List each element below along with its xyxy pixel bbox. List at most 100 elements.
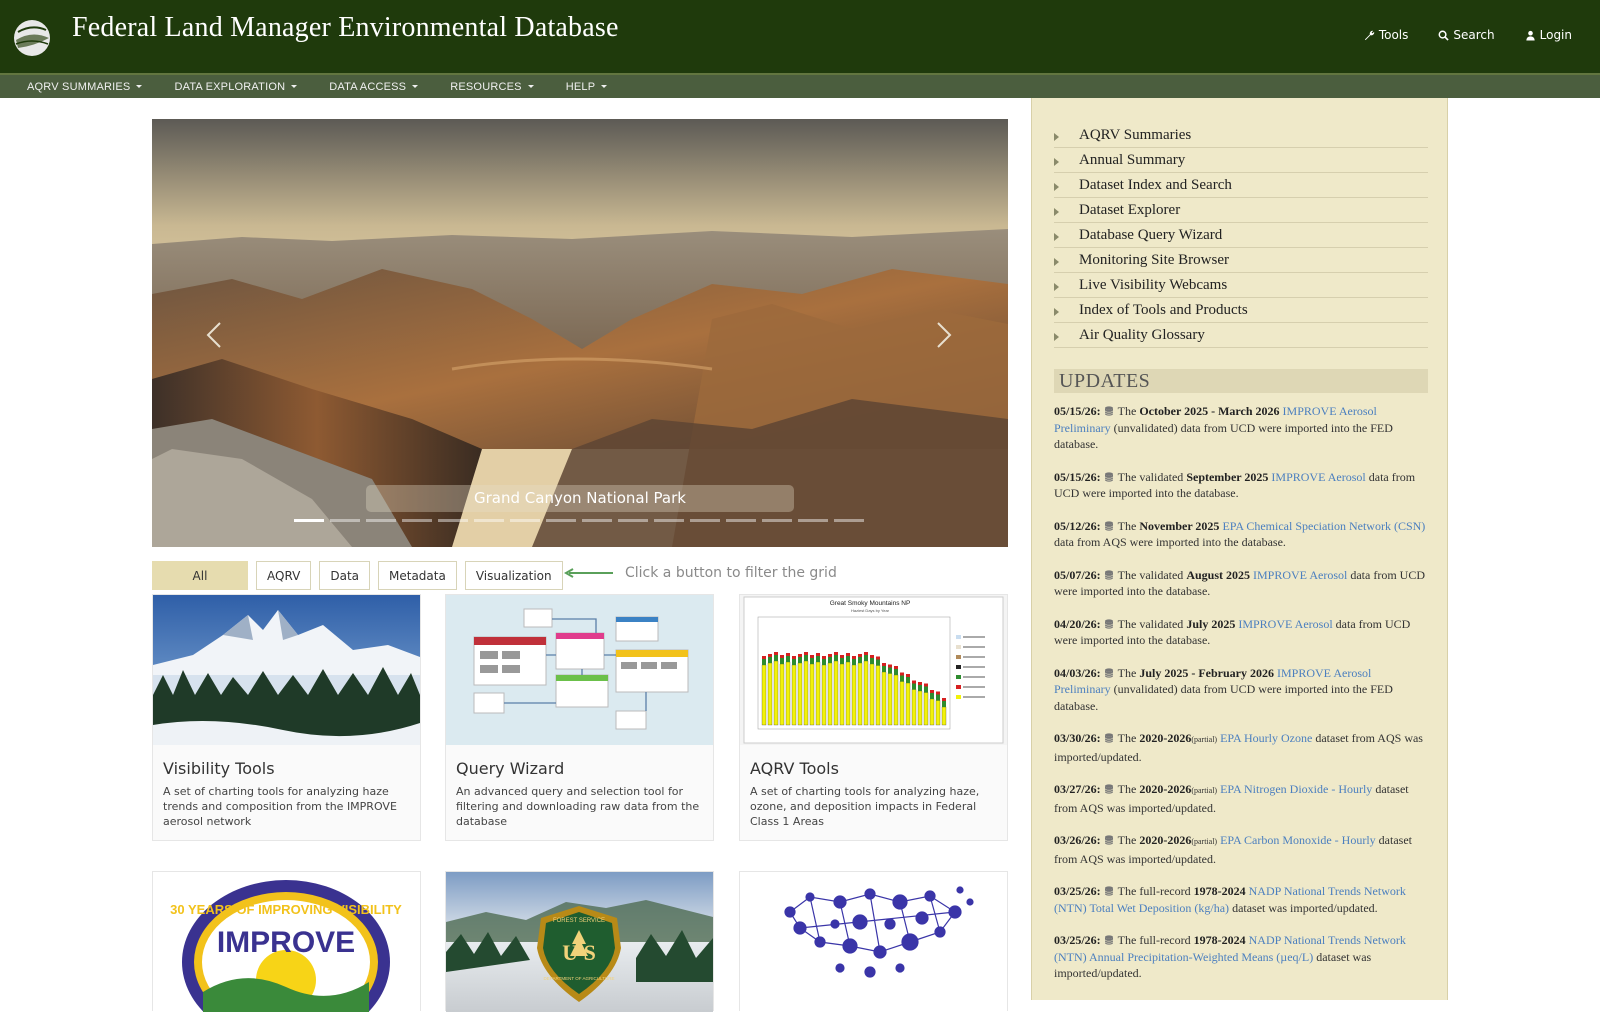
grand-canyon-image	[152, 119, 1008, 547]
update-dataset-link[interactable]: IMPROVE Aerosol	[1238, 617, 1332, 631]
database-icon	[1104, 886, 1113, 896]
arrow-right-icon	[1054, 208, 1059, 216]
card-aqrv-tools[interactable]: Great Smoky Mountains NP Haziest Days by…	[739, 594, 1008, 841]
sidebar-item-label: Dataset Explorer	[1079, 201, 1181, 218]
login-label: Login	[1539, 28, 1572, 42]
globe-logo-icon[interactable]	[12, 18, 52, 58]
update-date: 04/20/26:	[1054, 616, 1101, 631]
update-dataset-link[interactable]: EPA Hourly Ozone	[1220, 731, 1312, 745]
improve-name-text: IMPROVE	[217, 926, 355, 959]
chart-bar-segment	[918, 682, 922, 685]
sidebar-item-webcams[interactable]: Live Visibility Webcams	[1054, 273, 1428, 298]
card-improve[interactable]: 30 YEARS OF IMPROVING VISIBILITY IMPROVE	[152, 871, 421, 1012]
card-description: A set of charting tools for analyzing ha…	[163, 785, 397, 828]
carousel-indicator[interactable]	[798, 519, 828, 522]
login-link[interactable]: Login	[1525, 28, 1572, 42]
nav-resources[interactable]: RESOURCES	[450, 75, 565, 98]
chart-bar-segment	[798, 657, 802, 663]
sidebar-item-label: Monitoring Site Browser	[1079, 251, 1229, 268]
update-period: November 2025	[1139, 518, 1220, 533]
update-dataset-link[interactable]: IMPROVE Aerosol	[1253, 568, 1347, 582]
nav-data-exploration[interactable]: DATA EXPLORATION	[174, 75, 329, 98]
carousel-indicator[interactable]	[510, 519, 540, 522]
chart-bar	[863, 660, 869, 726]
update-item: 05/15/26: The validated September 2025 IM…	[1054, 469, 1428, 502]
sidebar-item-tools-index[interactable]: Index of Tools and Products	[1054, 298, 1428, 323]
update-period: August 2025	[1186, 567, 1250, 582]
sidebar-item-site-browser[interactable]: Monitoring Site Browser	[1054, 248, 1428, 273]
update-period: July 2025	[1186, 616, 1236, 631]
update-item: 03/25/26: The full-record 1978-2024 NADP …	[1054, 932, 1428, 982]
filter-visualization-button[interactable]: Visualization	[464, 561, 563, 590]
card-network-map[interactable]	[739, 871, 1008, 1012]
update-dataset-link[interactable]: EPA Nitrogen Dioxide - Hourly	[1220, 782, 1372, 796]
card-query-wizard[interactable]: Query Wizard An advanced query and selec…	[445, 594, 714, 841]
carousel-indicator[interactable]	[582, 519, 612, 522]
chart-bar-segment	[930, 690, 934, 693]
carousel-indicator[interactable]	[330, 519, 360, 522]
card-title: Query Wizard	[456, 759, 565, 778]
chart-bar	[887, 673, 893, 726]
update-prefix: The	[1117, 731, 1137, 745]
card-visibility-tools[interactable]: Visibility Tools A set of charting tools…	[152, 594, 421, 841]
update-dataset-link[interactable]: EPA Chemical Speciation Network (CSN)	[1222, 519, 1425, 533]
carousel-indicator[interactable]	[402, 519, 432, 522]
chart-bar	[827, 662, 833, 726]
chart-bar-segment	[864, 655, 868, 661]
tools-link[interactable]: Tools	[1364, 28, 1408, 42]
nav-data-access[interactable]: DATA ACCESS	[329, 75, 450, 98]
carousel-indicator[interactable]	[474, 519, 504, 522]
update-date: 03/25/26:	[1054, 884, 1101, 898]
update-partial: (partial)	[1191, 735, 1218, 744]
chart-bar-segment	[942, 701, 946, 707]
carousel-indicator[interactable]	[834, 519, 864, 522]
update-suffix: dataset was imported/updated.	[1232, 900, 1378, 915]
carousel-indicator[interactable]	[366, 519, 396, 522]
nav-aqrv-summaries[interactable]: AQRV SUMMARIES	[27, 75, 174, 98]
update-partial: (partial)	[1191, 837, 1218, 846]
chart-bar-segment	[924, 686, 928, 693]
update-dataset-link[interactable]: EPA Carbon Monoxide - Hourly	[1220, 833, 1376, 847]
site-header: Federal Land Manager Environmental Datab…	[0, 0, 1600, 73]
carousel-prev-icon[interactable]	[200, 315, 230, 355]
chart-bar-segment	[768, 654, 772, 657]
chart-bar	[821, 664, 827, 726]
carousel-indicator[interactable]	[762, 519, 792, 522]
update-dataset-link[interactable]: IMPROVE Aerosol	[1271, 470, 1365, 484]
chart-bar	[905, 682, 911, 726]
update-period: October 2025 - March 2026	[1139, 404, 1280, 418]
carousel-indicator[interactable]	[726, 519, 756, 522]
chart-bar	[851, 664, 857, 726]
chart-bar-segment	[780, 655, 784, 658]
sidebar-item-aqrv-summaries[interactable]: AQRV Summaries	[1054, 123, 1428, 148]
sidebar-item-label: Index of Tools and Products	[1079, 301, 1248, 318]
carousel-indicator[interactable]	[294, 519, 324, 522]
nav-help[interactable]: HELP	[566, 75, 640, 98]
chart-bar-segment	[894, 666, 898, 669]
sidebar-item-annual-summary[interactable]: Annual Summary	[1054, 148, 1428, 173]
carousel-indicator[interactable]	[546, 519, 576, 522]
filter-aqrv-button[interactable]: AQRV	[256, 561, 312, 590]
sidebar-item-label: Annual Summary	[1079, 151, 1186, 168]
carousel-indicator[interactable]	[654, 519, 684, 522]
mountain-landscape-image	[153, 595, 420, 745]
sidebar-item-glossary[interactable]: Air Quality Glossary	[1054, 323, 1428, 348]
forest-service-image: FOREST SERVICE U S DEPARTMENT OF AGRICUL…	[446, 872, 713, 1012]
search-link[interactable]: Search	[1438, 28, 1495, 42]
sidebar-item-dataset-explorer[interactable]: Dataset Explorer	[1054, 198, 1428, 223]
card-forest-service[interactable]: FOREST SERVICE U S DEPARTMENT OF AGRICUL…	[445, 871, 714, 1012]
filter-metadata-button[interactable]: Metadata	[378, 561, 457, 590]
carousel-next-icon[interactable]	[928, 315, 958, 355]
carousel-indicator[interactable]	[438, 519, 468, 522]
filter-data-button[interactable]: Data	[319, 561, 370, 590]
site-title[interactable]: Federal Land Manager Environmental Datab…	[72, 12, 619, 44]
forest-service-top-text: FOREST SERVICE	[553, 918, 605, 924]
filter-all-button[interactable]: All	[152, 561, 248, 590]
carousel-indicator[interactable]	[690, 519, 720, 522]
chart-bar	[833, 660, 839, 726]
chart-bar	[785, 661, 791, 726]
carousel-indicator[interactable]	[618, 519, 648, 522]
sidebar-item-query-wizard[interactable]: Database Query Wizard	[1054, 223, 1428, 248]
sidebar-item-dataset-index[interactable]: Dataset Index and Search	[1054, 173, 1428, 198]
chart-bar	[929, 698, 935, 726]
